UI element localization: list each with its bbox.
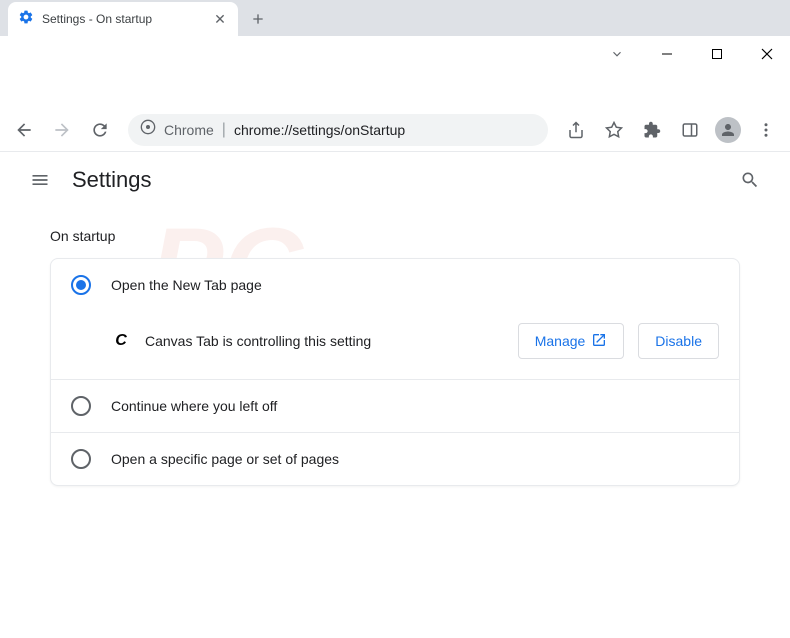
settings-header: Settings (0, 152, 790, 208)
extension-app-icon: C (111, 331, 131, 351)
url-scheme: Chrome (164, 122, 214, 138)
settings-gear-icon (18, 9, 34, 30)
reload-button[interactable] (84, 114, 116, 146)
settings-content: On startup Open the New Tab page C Canva… (0, 208, 790, 506)
disable-button[interactable]: Disable (638, 323, 719, 359)
radio-label: Open a specific page or set of pages (111, 451, 339, 467)
address-bar[interactable]: Chrome | chrome://settings/onStartup (128, 114, 548, 146)
browser-toolbar: Chrome | chrome://settings/onStartup (0, 108, 790, 152)
window-controls (0, 36, 790, 72)
new-tab-button[interactable] (244, 5, 272, 33)
open-external-icon (591, 332, 607, 351)
side-panel-icon[interactable] (674, 114, 706, 146)
hamburger-menu-icon[interactable] (20, 160, 60, 200)
extension-notice-row: C Canvas Tab is controlling this setting… (51, 311, 739, 379)
tab-bar: Settings - On startup ✕ (0, 0, 790, 36)
radio-label: Continue where you left off (111, 398, 277, 414)
startup-card: Open the New Tab page C Canvas Tab is co… (50, 258, 740, 486)
close-button[interactable] (752, 39, 782, 69)
radio-button[interactable] (71, 275, 91, 295)
site-info-icon[interactable] (140, 119, 156, 140)
tab-close-icon[interactable]: ✕ (212, 11, 228, 27)
page-title: Settings (72, 167, 730, 193)
section-title: On startup (50, 228, 740, 244)
manage-button[interactable]: Manage (518, 323, 625, 359)
search-icon[interactable] (730, 160, 770, 200)
url-separator: | (222, 121, 226, 139)
back-button[interactable] (8, 114, 40, 146)
radio-button[interactable] (71, 396, 91, 416)
chrome-menu-icon[interactable] (750, 114, 782, 146)
profile-avatar[interactable] (712, 114, 744, 146)
radio-option-continue[interactable]: Continue where you left off (51, 380, 739, 432)
forward-button[interactable] (46, 114, 78, 146)
radio-label: Open the New Tab page (111, 277, 262, 293)
maximize-button[interactable] (702, 39, 732, 69)
radio-option-new-tab[interactable]: Open the New Tab page (51, 259, 739, 311)
bookmark-star-icon[interactable] (598, 114, 630, 146)
share-icon[interactable] (560, 114, 592, 146)
radio-option-specific-pages[interactable]: Open a specific page or set of pages (51, 433, 739, 485)
extension-notice-text: Canvas Tab is controlling this setting (145, 333, 504, 349)
browser-tab[interactable]: Settings - On startup ✕ (8, 2, 238, 36)
url-text: chrome://settings/onStartup (234, 122, 536, 138)
minimize-button[interactable] (652, 39, 682, 69)
extensions-icon[interactable] (636, 114, 668, 146)
tab-title: Settings - On startup (42, 12, 204, 26)
radio-button[interactable] (71, 449, 91, 469)
chevron-down-icon[interactable] (602, 39, 632, 69)
